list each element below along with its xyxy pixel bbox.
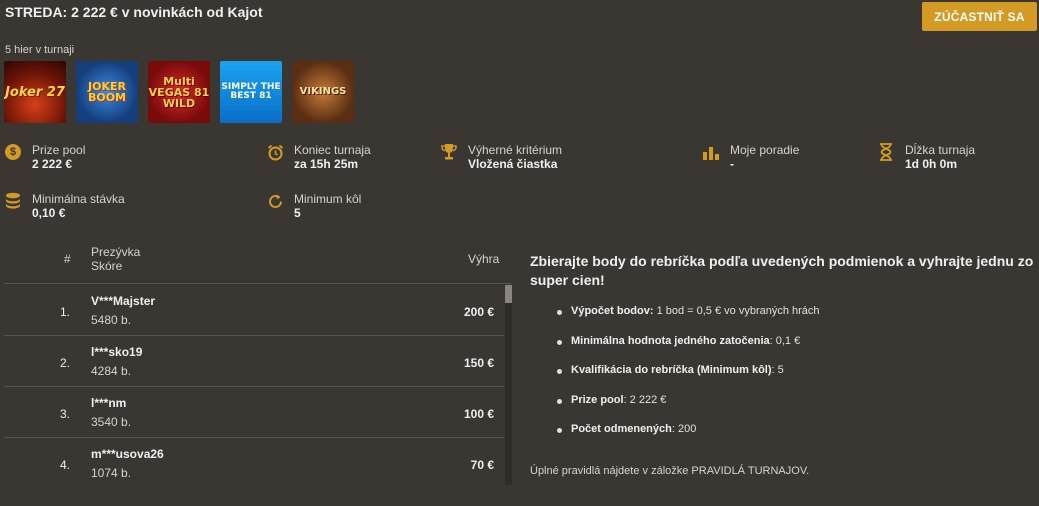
stat-duration: Dĺžka turnaja 1d 0h 0m (877, 143, 975, 171)
scrollbar-thumb[interactable] (505, 285, 512, 303)
rule-item: Výpočet bodov: 1 bod = 0,5 € vo vybranýc… (557, 305, 1027, 335)
column-nick: Prezývka (91, 245, 141, 259)
row-prize: 100 € (463, 407, 494, 421)
rule-key: Počet odmenených (571, 423, 672, 435)
stat-label: Minimálna stávka (32, 192, 125, 206)
rules-footer-note: Úplné pravidlá nájdete v záložke PRAVIDL… (530, 465, 810, 477)
stat-value: Vložená čiastka (468, 157, 558, 171)
row-prize: 70 € (470, 458, 494, 472)
leaderboard-scrollbar[interactable] (505, 285, 512, 485)
rule-value: 1 bod = 0,5 € vo vybraných hrách (653, 305, 820, 317)
stat-label: Minimum kôl (294, 192, 362, 206)
row-nick: l***sko19 (91, 345, 143, 359)
tournament-title: STREDA: 2 222 € v novinkách od Kajot (5, 4, 263, 20)
row-rank: 1. (60, 305, 71, 319)
row-score: 4284 b. (91, 364, 132, 378)
rule-item: Počet odmenených: 200 (557, 423, 1027, 453)
row-prize: 200 € (463, 305, 494, 319)
stat-my-rank: Moje poradie - (702, 143, 799, 171)
rule-item: Prize pool: 2 222 € (557, 394, 1027, 424)
row-nick: V***Majster (91, 294, 156, 308)
stat-value: - (730, 157, 734, 171)
stat-value: 0,10 € (32, 206, 66, 220)
stat-prize-pool: $ Prize pool 2 222 € (4, 143, 85, 171)
stat-value: 2 222 € (32, 157, 73, 171)
rule-key: Prize pool (571, 393, 624, 406)
coin-stack-icon (4, 192, 22, 210)
hourglass-icon (877, 143, 895, 161)
game-thumbnail[interactable]: SIMPLY THE BEST 81 (220, 61, 282, 123)
game-thumbnail[interactable]: Joker 27 (4, 61, 66, 123)
stat-value: 1d 0h 0m (905, 157, 958, 171)
row-rank: 3. (60, 407, 71, 421)
leaderboard-header: # Prezývka Skóre Výhra (4, 242, 512, 284)
bar-chart-icon (702, 143, 720, 161)
stat-label: Výherné kritérium (468, 143, 563, 157)
stat-label: Moje poradie (730, 143, 800, 157)
table-row: 4. m***usova26 1074 b. 70 € (4, 438, 504, 489)
column-prize: Výhra (468, 252, 500, 266)
game-thumbnail[interactable]: Multi VEGAS 81 WILD (148, 61, 210, 123)
table-row: 2. l***sko19 4284 b. 150 € (4, 336, 504, 387)
table-row: 3. l***nm 3540 b. 100 € (4, 387, 504, 438)
rule-value: : 5 (771, 364, 784, 376)
alarm-clock-icon (266, 143, 284, 161)
stat-min-rounds: Minimum kôl 5 (266, 192, 361, 220)
rule-key: Minimálna hodnota jedného zatočenia (571, 334, 770, 347)
row-score: 5480 b. (91, 313, 132, 327)
stat-label: Prize pool (32, 143, 86, 157)
rule-key: Kvalifikácia do rebríčka (Minimum kôl) (571, 364, 772, 376)
row-nick: l***nm (91, 396, 127, 410)
row-score: 1074 b. (91, 466, 132, 480)
stat-label: Dĺžka turnaja (905, 143, 976, 157)
row-rank: 4. (60, 458, 71, 472)
rule-value: : 2 222 € (623, 393, 667, 406)
trophy-icon (440, 143, 458, 161)
game-title: Joker 27 (5, 84, 65, 100)
game-list: Joker 27 JOKER BOOM Multi VEGAS 81 WILD … (4, 61, 354, 123)
rule-value: : 200 (671, 423, 697, 435)
rule-value: : 0,1 € (769, 334, 801, 347)
row-prize: 150 € (463, 356, 494, 370)
stat-end-time: Koniec turnaja za 15h 25m (266, 143, 371, 171)
game-thumbnail[interactable]: VIKINGS (292, 61, 354, 123)
game-title: JOKER BOOM (87, 80, 127, 104)
column-score: Skóre (91, 259, 123, 273)
game-title: SIMPLY THE BEST 81 (221, 82, 281, 101)
stat-value: za 15h 25m (294, 157, 359, 171)
table-row: 1. V***Majster 5480 b. 200 € (4, 285, 504, 336)
rules-list: Výpočet bodov: 1 bod = 0,5 € vo vybranýc… (557, 305, 1027, 453)
join-button[interactable]: ZÚČASTNIŤ SA (922, 2, 1037, 31)
stat-min-bet: Minimálna stávka 0,10 € (4, 192, 125, 220)
dollar-coin-icon: $ (4, 143, 22, 161)
refresh-icon (266, 192, 284, 210)
game-thumbnail[interactable]: JOKER BOOM (76, 61, 138, 123)
column-rank: # (64, 252, 71, 266)
game-title: Multi VEGAS 81 WILD (148, 74, 210, 110)
games-count-label: 5 hier v turnaji (5, 44, 75, 56)
row-rank: 2. (60, 356, 71, 370)
info-heading: Zbierajte body do rebríčka podľa uvedený… (530, 253, 1034, 288)
rule-item: Minimálna hodnota jedného zatočenia: 0,1… (557, 335, 1027, 365)
stat-value: 5 (294, 206, 301, 220)
row-score: 3540 b. (91, 415, 132, 429)
rule-key: Výpočet bodov: (571, 305, 654, 317)
rule-item: Kvalifikácia do rebríčka (Minimum kôl): … (557, 364, 1027, 394)
stat-label: Koniec turnaja (294, 143, 371, 157)
row-nick: m***usova26 (91, 447, 164, 461)
game-title: VIKINGS (299, 86, 347, 97)
stat-criterion: Výherné kritérium Vložená čiastka (440, 143, 562, 171)
